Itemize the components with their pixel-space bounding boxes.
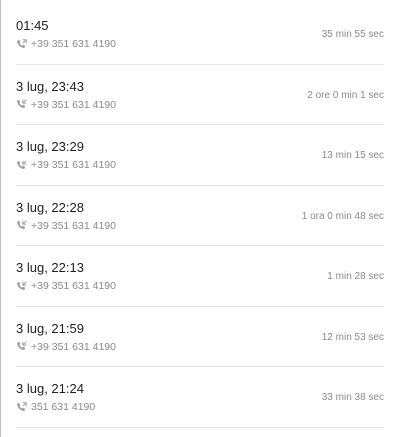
call-list: 01:45 +39 351 631 4190 35 min 55 sec 3 l… [0,4,400,428]
call-time: 3 lug, 23:29 [16,139,84,154]
call-duration: 12 min 53 sec [321,331,384,343]
incoming-call-icon [16,220,27,231]
call-log-row[interactable]: 3 lug, 23:29 +39 351 631 4190 13 min 15 … [0,125,400,186]
call-number: +39 351 631 4190 [31,280,116,292]
call-duration: 13 min 15 sec [321,150,384,161]
call-time: 01:45 [16,18,49,33]
incoming-call-icon [16,159,27,171]
call-log-row[interactable]: 3 lug, 21:24 351 631 4190 33 min 38 sec [0,367,400,428]
call-log-row[interactable]: 3 lug, 22:28 +39 351 631 4190 1 ora 0 mi… [0,186,400,246]
call-time: 3 lug, 23:43 [16,78,84,94]
call-number: +39 351 631 4190 [31,159,116,171]
row-divider [16,426,384,428]
call-history-screen: 01:45 +39 351 631 4190 35 min 55 sec 3 l… [0,0,400,437]
call-duration: 35 min 55 sec [321,29,384,40]
call-number: +39 351 631 4190 [31,219,116,232]
call-duration: 1 ora 0 min 48 sec [301,210,384,222]
call-meta: +39 351 631 4190 [16,279,116,293]
outgoing-call-icon [16,401,27,413]
incoming-call-icon [16,99,27,110]
call-log-row[interactable]: 3 lug, 23:43 +39 351 631 4190 2 ore 0 mi… [0,65,400,125]
call-meta: 351 631 4190 [16,400,95,414]
incoming-call-icon [16,280,27,292]
call-number: 351 631 4190 [31,401,96,413]
call-number: +39 351 631 4190 [31,38,116,50]
call-meta: +39 351 631 4190 [16,98,116,112]
call-number: +39 351 631 4190 [31,98,116,111]
call-time: 3 lug, 21:59 [16,320,84,336]
call-duration: 1 min 28 sec [327,271,384,282]
call-duration: 2 ore 0 min 1 sec [307,89,384,101]
incoming-call-icon [16,341,27,352]
call-meta: +39 351 631 4190 [16,340,116,354]
call-time: 3 lug, 21:24 [16,381,84,396]
call-time: 3 lug, 22:28 [16,199,84,215]
call-log-row[interactable]: 01:45 +39 351 631 4190 35 min 55 sec [0,4,400,65]
call-log-row[interactable]: 3 lug, 22:13 +39 351 631 4190 1 min 28 s… [0,246,400,307]
outgoing-call-icon [16,38,27,50]
call-log-row[interactable]: 3 lug, 21:59 +39 351 631 4190 12 min 53 … [0,307,400,367]
call-time: 3 lug, 22:13 [16,260,84,275]
call-meta: +39 351 631 4190 [16,37,116,51]
call-number: +39 351 631 4190 [31,340,116,353]
call-duration: 33 min 38 sec [321,392,384,403]
call-meta: +39 351 631 4190 [16,158,116,172]
call-meta: +39 351 631 4190 [16,219,116,233]
